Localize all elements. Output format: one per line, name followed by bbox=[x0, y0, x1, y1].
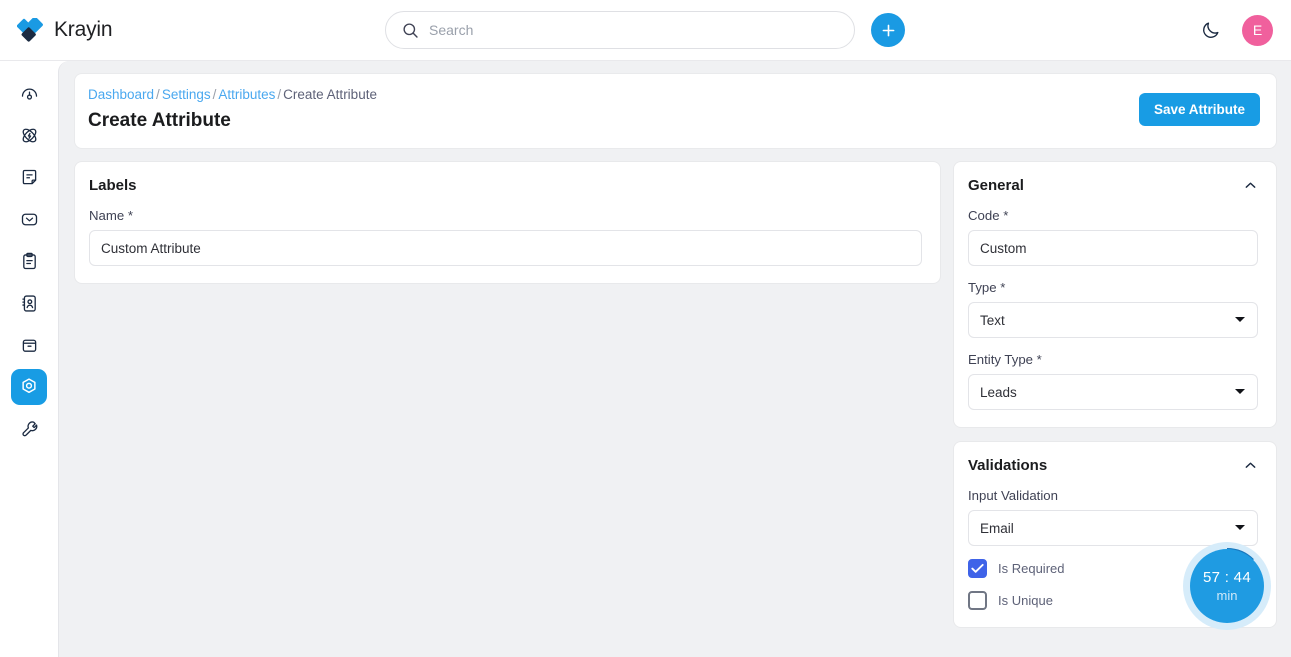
avatar[interactable]: E bbox=[1242, 14, 1273, 46]
body-row: Dashboard / Settings / Attributes / Create Att… bbox=[0, 61, 1291, 657]
code-field: Code * bbox=[968, 208, 1258, 266]
general-panel-title: General bbox=[968, 177, 1024, 194]
type-field-label: Type * bbox=[968, 280, 1006, 295]
app-root: Krayin Search E Dashboard / Settings / A… bbox=[0, 0, 1291, 657]
chevron-up-icon[interactable] bbox=[1243, 458, 1258, 473]
page-header-card: Dashboard / Settings / Attributes / Create Att… bbox=[75, 74, 1276, 148]
timer-time: 57 : 44 bbox=[1203, 569, 1251, 586]
brand-name: Krayin bbox=[54, 18, 113, 41]
moon-icon bbox=[1201, 20, 1221, 40]
box-archive-icon bbox=[19, 335, 40, 356]
envelope-icon bbox=[19, 209, 40, 230]
note-document-icon bbox=[19, 167, 40, 188]
input-validation-field: Input Validation Email bbox=[968, 488, 1258, 546]
breadcrumb: Dashboard / Settings / Attributes / Create Att… bbox=[88, 87, 377, 102]
gauge-icon bbox=[19, 83, 40, 104]
name-field-label: Name * bbox=[89, 208, 133, 223]
save-attribute-button[interactable]: Save Attribute bbox=[1138, 93, 1260, 126]
name-input[interactable] bbox=[89, 230, 922, 266]
type-select-value: Text bbox=[980, 312, 1005, 328]
input-validation-value: Email bbox=[980, 520, 1014, 536]
input-validation-label: Input Validation bbox=[968, 488, 1058, 503]
type-select-wrap: Text bbox=[968, 302, 1258, 338]
sidebar-item-products[interactable] bbox=[11, 327, 47, 363]
timer-unit: min bbox=[1216, 588, 1238, 603]
entity-type-select-value: Leads bbox=[980, 384, 1017, 400]
address-book-icon bbox=[19, 293, 40, 314]
sidebar-item-mail[interactable] bbox=[11, 201, 47, 237]
name-field: Name * bbox=[89, 208, 922, 266]
clipboard-icon bbox=[19, 251, 40, 272]
type-select[interactable]: Text bbox=[968, 302, 1258, 338]
entity-type-select-wrap: Leads bbox=[968, 374, 1258, 410]
validations-panel-header[interactable]: Validations bbox=[968, 457, 1258, 474]
search-icon bbox=[402, 22, 419, 39]
theme-toggle-button[interactable] bbox=[1197, 16, 1225, 44]
content-area: Dashboard / Settings / Attributes / Create Att… bbox=[58, 61, 1291, 657]
session-timer-widget[interactable]: 57 : 44 min bbox=[1183, 542, 1271, 630]
krayin-diamond-logo-icon bbox=[16, 16, 45, 42]
sidebar-item-dashboard[interactable] bbox=[11, 75, 47, 111]
breadcrumb-item-attributes[interactable]: Attributes bbox=[218, 87, 275, 102]
labels-panel: Labels Name * bbox=[75, 162, 940, 283]
hex-nut-icon bbox=[18, 376, 40, 398]
timer-core: 57 : 44 min bbox=[1190, 549, 1264, 623]
general-panel: General Code * Type bbox=[954, 162, 1276, 427]
code-input[interactable] bbox=[968, 230, 1258, 266]
is-unique-checkbox[interactable] bbox=[968, 591, 987, 610]
breadcrumb-separator: / bbox=[156, 87, 160, 102]
entity-type-field-label: Entity Type * bbox=[968, 352, 1042, 367]
input-validation-select[interactable]: Email bbox=[968, 510, 1258, 546]
entity-type-select[interactable]: Leads bbox=[968, 374, 1258, 410]
left-sidebar bbox=[0, 61, 58, 657]
breadcrumb-item-settings[interactable]: Settings bbox=[162, 87, 211, 102]
breadcrumb-separator: / bbox=[212, 87, 217, 102]
code-field-label: Code * bbox=[968, 208, 1009, 223]
sidebar-item-leads[interactable] bbox=[11, 117, 47, 153]
avatar-initial: E bbox=[1252, 22, 1263, 38]
entity-type-field: Entity Type * Leads bbox=[968, 352, 1258, 410]
sidebar-item-configuration[interactable] bbox=[11, 411, 47, 447]
input-validation-select-wrap: Email bbox=[968, 510, 1258, 546]
plus-icon bbox=[880, 22, 897, 39]
search-input[interactable] bbox=[429, 12, 838, 48]
is-unique-label[interactable]: Is Unique bbox=[998, 593, 1053, 608]
header-search-area bbox=[385, 11, 1197, 49]
wrench-icon bbox=[19, 419, 40, 440]
panels-columns: Labels Name * General bbox=[75, 162, 1276, 657]
chevron-up-icon[interactable] bbox=[1243, 178, 1258, 193]
type-field: Type * Text bbox=[968, 280, 1258, 338]
search-box[interactable] bbox=[385, 11, 855, 49]
validations-panel-title: Validations bbox=[968, 457, 1048, 474]
sidebar-item-contacts[interactable] bbox=[11, 285, 47, 321]
is-required-label[interactable]: Is Required bbox=[998, 561, 1064, 576]
brand-logo[interactable]: Krayin bbox=[0, 16, 385, 42]
breadcrumb-separator: / bbox=[277, 87, 282, 102]
breadcrumb-item-dashboard[interactable]: Dashboard bbox=[88, 87, 154, 102]
page-header-left: Dashboard / Settings / Attributes / Create Att… bbox=[88, 87, 377, 132]
left-column: Labels Name * bbox=[75, 162, 940, 657]
general-panel-header[interactable]: General bbox=[968, 177, 1258, 194]
atom-icon bbox=[19, 125, 40, 146]
sidebar-item-quotes[interactable] bbox=[11, 159, 47, 195]
labels-panel-header: Labels bbox=[89, 177, 922, 194]
page-title: Create Attribute bbox=[88, 110, 231, 131]
is-required-checkbox[interactable] bbox=[968, 559, 987, 578]
breadcrumb-item-current: Create Attribute bbox=[283, 87, 377, 102]
sidebar-item-settings[interactable] bbox=[11, 369, 47, 405]
add-button[interactable] bbox=[871, 13, 905, 47]
top-header: Krayin Search E bbox=[0, 0, 1291, 61]
labels-panel-title: Labels bbox=[89, 177, 137, 194]
sidebar-item-activities[interactable] bbox=[11, 243, 47, 279]
header-right-controls: E bbox=[1197, 14, 1291, 46]
